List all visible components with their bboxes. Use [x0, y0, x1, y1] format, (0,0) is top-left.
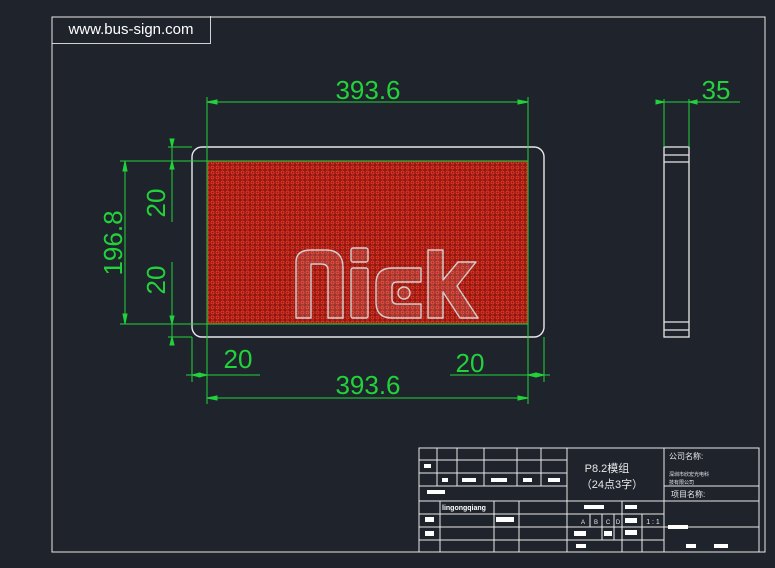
- revision-letter-c: C: [606, 520, 611, 526]
- dim-top-width-label: 393.6: [335, 75, 400, 105]
- dim-depth: [655, 99, 740, 147]
- dim-left-margin-label: 20: [224, 344, 253, 374]
- scale-value: 1 : 1: [646, 519, 660, 526]
- dim-height-label: 196.8: [98, 210, 128, 275]
- dim-bottom-width-label: 393.6: [335, 370, 400, 400]
- cad-drawing: 393.6 393.6 20 20 196.8 20 20 35 P8.2模组 …: [51, 16, 766, 553]
- revision-letter-a: A: [581, 520, 585, 526]
- company-name-line2: 技有限公司: [669, 479, 694, 486]
- product-name-line1: P8.2模组: [585, 461, 630, 475]
- revision-letter-b: B: [594, 520, 598, 526]
- dim-lower-half-label: 20: [141, 266, 171, 295]
- dim-upper-half-label: 20: [141, 189, 171, 218]
- side-view: [663, 146, 690, 338]
- product-name-line2: （24点3字）: [581, 477, 643, 491]
- project-label: 项目名称:: [671, 489, 705, 499]
- designer-name: lingongqiang: [442, 505, 486, 512]
- drawing-canvas: www.bus-sign.com 393.6 393.6 20 20 196.8…: [0, 0, 775, 568]
- revision-letter-d: D: [616, 520, 621, 526]
- dim-right-margin-label: 20: [456, 348, 485, 378]
- dim-depth-label: 35: [702, 75, 731, 105]
- dim-halves: [168, 138, 192, 346]
- company-label: 公司名称:: [669, 451, 703, 461]
- company-name-line1: 深圳市欣宏光电科: [669, 471, 709, 478]
- dim-height: [120, 160, 207, 325]
- dim-top-width: [206, 97, 529, 162]
